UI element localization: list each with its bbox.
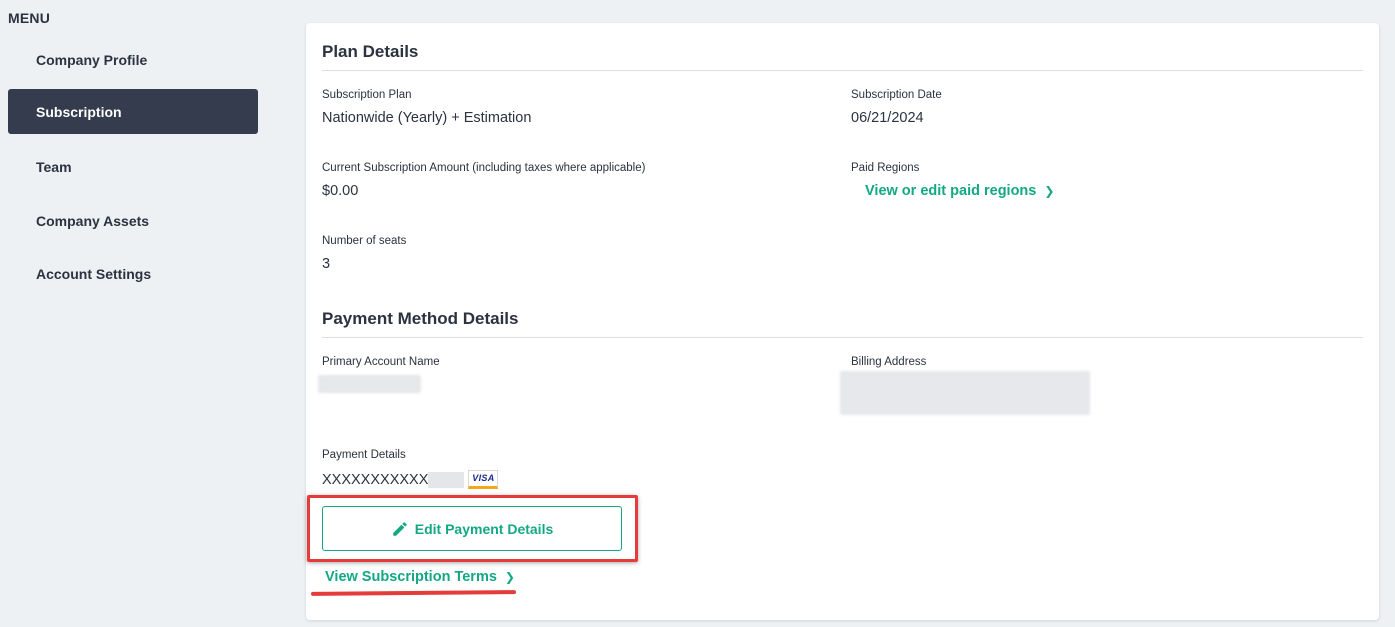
sidebar-item-company-profile[interactable]: Company Profile [8,37,258,82]
chevron-right-icon: ❯ [1044,184,1055,198]
sidebar-item-label: Account Settings [36,265,152,282]
redacted-card-digits [428,471,465,488]
redacted-billing-address [840,371,1090,415]
view-subscription-terms-link[interactable]: View Subscription Terms ❯ [325,569,515,585]
sidebar-item-account-settings[interactable]: Account Settings [8,251,258,296]
subscription-date-value: 06/21/2024 [851,110,924,126]
visa-card-icon: VISA [468,470,499,489]
chevron-right-icon: ❯ [504,570,515,584]
view-edit-paid-regions-link[interactable]: View or edit paid regions ❯ [865,183,1054,199]
subscription-date-label: Subscription Date [851,89,942,101]
section-divider [322,337,1363,338]
number-of-seats-value: 3 [322,256,331,272]
redacted-account-name [318,375,421,393]
section-divider [322,70,1363,71]
payment-details-label: Payment Details [322,449,406,461]
card-number: XXXXXXXXXXX VISA [322,470,499,489]
subscription-plan-value: Nationwide (Yearly) + Estimation [322,110,532,126]
card-brand-text: VISA [472,473,495,483]
subscription-plan-label: Subscription Plan [322,89,412,101]
subscription-terms-link-text: View Subscription Terms [325,569,497,585]
pencil-icon [393,521,407,536]
sidebar-item-label: Subscription [36,103,122,120]
sidebar-item-company-assets[interactable]: Company Assets [8,198,258,243]
paid-regions-label: Paid Regions [851,162,920,174]
card-number-masked: XXXXXXXXXXX [322,471,429,488]
subscription-card: Plan Details Subscription Plan Nationwid… [306,23,1379,620]
sidebar-item-label: Company Assets [36,212,150,229]
plan-details-title: Plan Details [322,42,419,61]
sidebar-item-subscription[interactable]: Subscription [8,89,258,134]
menu-title: MENU [8,10,51,26]
paid-regions-link-text: View or edit paid regions [865,183,1037,199]
sidebar-item-label: Team [36,158,72,175]
sidebar-item-label: Company Profile [36,51,148,68]
edit-payment-details-button[interactable]: Edit Payment Details [322,506,622,551]
sidebar: MENU Company Profile Subscription Team C… [0,0,270,627]
edit-payment-details-label: Edit Payment Details [414,520,554,537]
payment-method-title: Payment Method Details [322,309,519,328]
billing-address-label: Billing Address [851,356,927,368]
primary-account-label: Primary Account Name [322,356,440,368]
sidebar-item-team[interactable]: Team [8,144,258,189]
number-of-seats-label: Number of seats [322,235,407,247]
subscription-amount-label: Current Subscription Amount (including t… [322,162,646,174]
subscription-amount-value: $0.00 [322,183,359,199]
